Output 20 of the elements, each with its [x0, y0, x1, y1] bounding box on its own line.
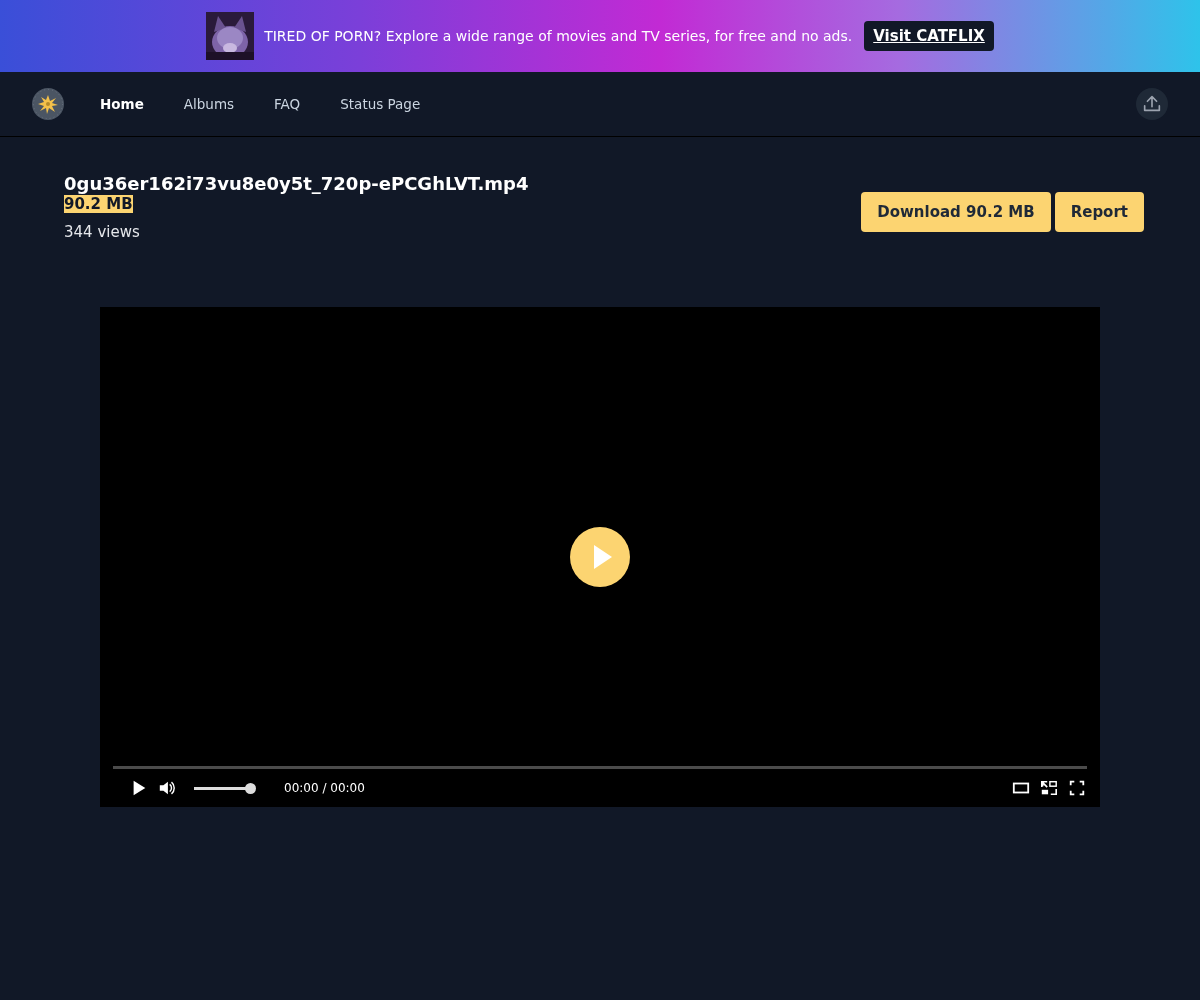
view-count: 344 views — [64, 223, 141, 241]
nav-link[interactable]: Albums — [183, 96, 235, 112]
picture-in-picture-icon[interactable] — [1040, 779, 1058, 797]
volume-icon[interactable] — [158, 779, 176, 797]
progress-track[interactable] — [113, 766, 1087, 769]
play-icon — [593, 544, 612, 569]
report-button[interactable]: Report — [1054, 192, 1144, 232]
upload-button[interactable] — [1136, 88, 1168, 120]
nav-link[interactable]: Home — [100, 96, 144, 112]
file-name: 0gu36er162i73vu8e0y5t_720p-ePCGhLVT.mp4 — [64, 173, 529, 194]
file-size: 90.2 MB — [64, 195, 133, 213]
time-display: 00:00 / 00:00 — [284, 781, 365, 795]
ad-text: TIRED OF PORN? Explore a wide range of movies and TV series, for free and no ads. — [264, 28, 853, 44]
nav-link[interactable]: Status Page — [340, 96, 421, 112]
visit-button[interactable]: Visit CATFLIX — [864, 21, 994, 51]
download-button[interactable]: Download 90.2 MB — [861, 192, 1051, 232]
fullscreen-icon[interactable] — [1068, 779, 1086, 797]
logo-icon[interactable] — [32, 88, 64, 120]
volume-thumb[interactable] — [245, 782, 256, 794]
nav-link[interactable]: FAQ — [274, 96, 301, 112]
